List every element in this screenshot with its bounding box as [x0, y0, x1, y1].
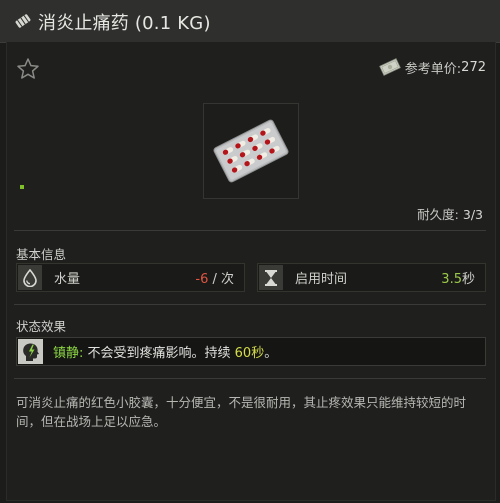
head-painkiller-icon: [18, 339, 43, 364]
blister-pack-image: [213, 119, 289, 183]
effect-end: 。: [264, 346, 278, 361]
effect-duration: 60秒: [234, 346, 265, 361]
divider: [14, 230, 486, 231]
status-dot: [20, 185, 24, 189]
durability: 耐久度: 3/3: [417, 204, 483, 223]
basic-info-heading: 基本信息: [16, 247, 67, 262]
divider: [14, 378, 486, 379]
item-description: 可消炎止痛的红色小胶囊，十分便宜，不是很耐用，其止疼效果只能维持较短的时间，但在…: [16, 395, 467, 429]
durability-value: 3/3: [462, 207, 483, 222]
stat-value: -6 / 次: [195, 268, 234, 287]
water-value: -6: [195, 272, 209, 287]
price-value: 272: [461, 59, 486, 75]
stat-label: 水量: [54, 272, 81, 287]
effect-text: 镇静: 不会受到疼痛影响。持续 60秒。: [53, 342, 277, 361]
effect-row: 镇静: 不会受到疼痛影响。持续 60秒。: [16, 337, 486, 366]
divider: [14, 304, 486, 305]
title-bar: 消炎止痛药 (0.1 KG): [0, 0, 500, 43]
stat-label: 启用时间: [295, 272, 348, 287]
water-drop-icon: [18, 265, 42, 290]
stat-value: 3.5秒: [441, 268, 475, 287]
stat-water: 水量 -6 / 次: [16, 263, 245, 292]
stat-use-time: 启用时间 3.5秒: [257, 263, 486, 292]
money-icon: [378, 58, 401, 76]
item-image-frame: [203, 103, 299, 199]
water-unit: / 次: [208, 272, 234, 287]
status-effects-heading: 状态效果: [16, 319, 67, 334]
durability-label: 耐久度:: [417, 207, 459, 222]
star-outline-icon[interactable]: [16, 57, 40, 81]
pill-icon: [15, 14, 31, 28]
use-time-unit: 秒: [461, 272, 475, 287]
hourglass-icon: [259, 265, 283, 290]
use-time-value: 3.5: [441, 272, 462, 287]
price-label: 参考单价:: [404, 61, 462, 77]
reference-price: 参考单价: 272: [378, 57, 486, 77]
item-title: 消炎止痛药 (0.1 KG): [38, 13, 211, 34]
effect-description: 不会受到疼痛影响。持续: [83, 346, 235, 361]
effect-name: 镇静:: [53, 346, 84, 361]
